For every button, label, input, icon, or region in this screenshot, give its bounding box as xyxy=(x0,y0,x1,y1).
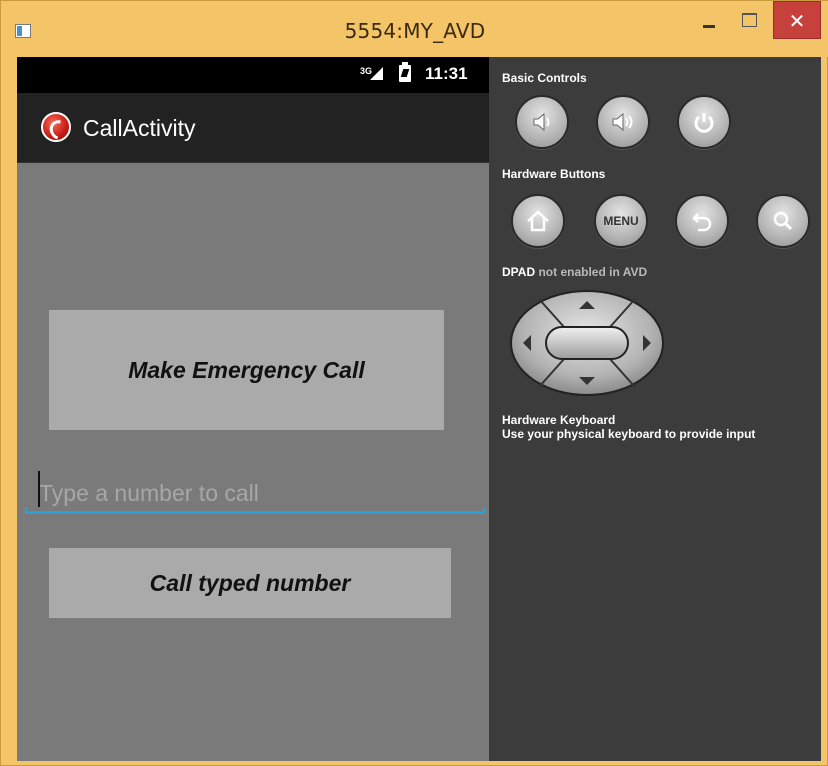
dpad-status: not enabled in AVD xyxy=(538,265,648,279)
close-button[interactable]: ✕ xyxy=(773,1,821,39)
volume-up-icon xyxy=(612,112,633,132)
signal-icon xyxy=(370,67,383,80)
keyboard-heading: Hardware Keyboard xyxy=(502,413,616,427)
search-icon xyxy=(773,211,793,231)
menu-button[interactable]: MENU xyxy=(594,194,648,248)
device-screen: 3G 11:31 CallActivity Make Emergency Cal… xyxy=(17,57,489,761)
action-bar: CallActivity xyxy=(17,93,489,163)
keyboard-info: Hardware Keyboard Use your physical keyb… xyxy=(502,413,755,441)
status-time: 11:31 xyxy=(425,64,468,83)
number-input[interactable] xyxy=(25,467,485,511)
volume-down-icon xyxy=(533,112,550,132)
close-icon: ✕ xyxy=(788,9,806,33)
minimize-button[interactable] xyxy=(695,1,723,41)
controls-panel: Basic Controls Hardware Buttons MENU DPA… xyxy=(489,57,821,761)
power-icon xyxy=(694,113,714,133)
volume-down-button[interactable] xyxy=(515,95,569,149)
activity-title: CallActivity xyxy=(83,115,196,141)
call-typed-number-label: Call typed number xyxy=(149,570,351,596)
keyboard-hint: Use your physical keyboard to provide in… xyxy=(502,427,756,441)
phone-app-icon xyxy=(41,112,71,142)
maximize-button[interactable] xyxy=(735,1,763,41)
home-icon xyxy=(527,210,549,232)
input-underline xyxy=(25,507,485,514)
battery-icon xyxy=(399,62,411,82)
home-button[interactable] xyxy=(511,194,565,248)
back-button[interactable] xyxy=(675,194,729,248)
text-cursor xyxy=(38,471,40,507)
back-icon xyxy=(692,213,712,232)
basic-controls-heading: Basic Controls xyxy=(502,71,587,85)
dpad-control[interactable] xyxy=(509,289,665,397)
call-typed-number-button[interactable]: Call typed number xyxy=(49,548,451,618)
dpad-heading: DPAD not enabled in AVD xyxy=(502,265,647,279)
emergency-call-label: Make Emergency Call xyxy=(128,357,365,383)
emulator-window: 5554:MY_AVD ✕ 3G 11:31 CallActivity Make… xyxy=(0,0,828,766)
status-bar: 3G 11:31 xyxy=(17,57,489,93)
menu-button-label: MENU xyxy=(603,214,639,228)
volume-up-button[interactable] xyxy=(596,95,650,149)
power-button[interactable] xyxy=(677,95,731,149)
hardware-buttons-heading: Hardware Buttons xyxy=(502,167,606,181)
number-input-container xyxy=(25,467,485,517)
title-bar[interactable]: 5554:MY_AVD ✕ xyxy=(1,1,828,57)
emergency-call-button[interactable]: Make Emergency Call xyxy=(49,310,444,430)
dpad-label: DPAD xyxy=(502,265,536,279)
search-button[interactable] xyxy=(756,194,810,248)
